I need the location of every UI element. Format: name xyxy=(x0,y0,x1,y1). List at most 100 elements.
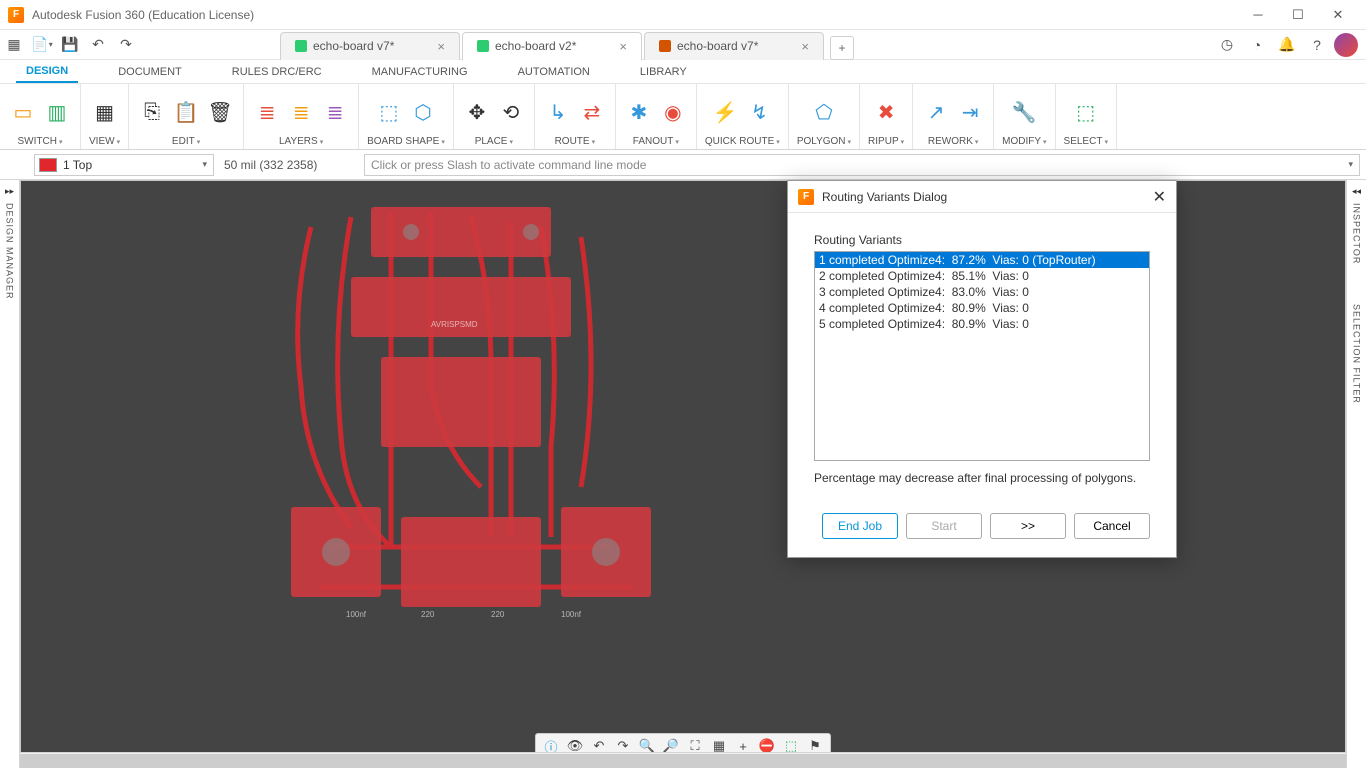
document-tab[interactable]: echo-board v7* × xyxy=(644,32,824,60)
ribbon-label: SWITCH xyxy=(18,136,63,147)
workspace-tabs: DESIGN DOCUMENT RULES DRC/ERC MANUFACTUR… xyxy=(0,60,1366,84)
workspace-tab-library[interactable]: LIBRARY xyxy=(630,62,697,82)
save-icon[interactable]: 💾 xyxy=(56,31,84,59)
help-icon[interactable]: ? xyxy=(1304,32,1330,58)
select-icon[interactable]: ⬚ xyxy=(1071,97,1101,127)
copy-icon[interactable]: ⎘ xyxy=(137,97,167,127)
close-button[interactable]: ✕ xyxy=(1318,0,1358,30)
layer-selector[interactable]: 1 Top xyxy=(34,154,214,176)
user-avatar[interactable] xyxy=(1334,33,1358,57)
board-icon[interactable]: ▥ xyxy=(42,97,72,127)
undo-icon[interactable]: ↶ xyxy=(84,31,112,59)
tab-close-icon[interactable]: × xyxy=(801,39,809,54)
layers-icon[interactable]: ≣ xyxy=(286,97,316,127)
variant-row[interactable]: 4 completed Optimize4: 80.9% Vias: 0 xyxy=(815,300,1149,316)
horizontal-scrollbar[interactable] xyxy=(20,752,1346,768)
left-panel-collapsed[interactable]: ▸▸ DESIGN MANAGER xyxy=(0,180,20,768)
ribbon-group-fanout[interactable]: ✱◉ FANOUT xyxy=(616,84,697,149)
routing-variants-dialog: F Routing Variants Dialog ✕ Routing Vari… xyxy=(787,180,1177,558)
layers-icon[interactable]: ≣ xyxy=(252,97,282,127)
polygon-icon[interactable]: ⬠ xyxy=(809,97,839,127)
ribbon-group-ripup[interactable]: ✖ RIPUP xyxy=(860,84,913,149)
document-tab[interactable]: echo-board v2* × xyxy=(462,32,642,60)
via-icon[interactable]: ◉ xyxy=(658,97,688,127)
pcb-icon xyxy=(659,40,671,52)
ribbon-group-route[interactable]: ↳⇄ ROUTE xyxy=(535,84,616,149)
variants-listbox[interactable]: 1 completed Optimize4: 87.2% Vias: 0 (To… xyxy=(814,251,1150,461)
ribbon-group-quick-route[interactable]: ⚡↯ QUICK ROUTE xyxy=(697,84,789,149)
ripup-icon[interactable]: ✖ xyxy=(871,97,901,127)
ribbon-group-modify[interactable]: 🔧 MODIFY xyxy=(994,84,1055,149)
ribbon-group-edit[interactable]: ⎘📋🗑 EDIT xyxy=(129,84,244,149)
ribbon-label: POLYGON xyxy=(797,136,851,147)
notifications-icon[interactable]: 🔔 xyxy=(1274,32,1300,58)
title-bar: F Autodesk Fusion 360 (Education License… xyxy=(0,0,1366,30)
ribbon-group-view[interactable]: ▦ VIEW xyxy=(81,84,129,149)
diffpair-icon[interactable]: ⇄ xyxy=(577,97,607,127)
variant-row[interactable]: 5 completed Optimize4: 80.9% Vias: 0 xyxy=(815,316,1149,332)
dialog-title: Routing Variants Dialog xyxy=(822,190,947,204)
minimize-button[interactable]: ─ xyxy=(1238,0,1278,30)
grid-icon[interactable]: ▦ xyxy=(90,97,120,127)
ribbon-label: PLACE xyxy=(475,136,513,147)
dialog-note: Percentage may decrease after final proc… xyxy=(814,471,1150,485)
job-status-icon[interactable]: ◔ xyxy=(1244,32,1270,58)
redo-icon[interactable]: ↷ xyxy=(112,31,140,59)
paste-icon[interactable]: 📋 xyxy=(171,97,201,127)
ribbon-label: FANOUT xyxy=(633,136,679,147)
ribbon-group-select[interactable]: ⬚ SELECT xyxy=(1056,84,1117,149)
variant-row[interactable]: 1 completed Optimize4: 87.2% Vias: 0 (To… xyxy=(815,252,1149,268)
workspace-tab-manufacturing[interactable]: MANUFACTURING xyxy=(362,62,478,82)
rotate-icon[interactable]: ⟲ xyxy=(496,97,526,127)
tab-close-icon[interactable]: × xyxy=(437,39,445,54)
push-icon[interactable]: ⇥ xyxy=(955,97,985,127)
start-button[interactable]: Start xyxy=(906,513,982,539)
delete-icon[interactable]: 🗑 xyxy=(205,97,235,127)
variant-row[interactable]: 2 completed Optimize4: 85.1% Vias: 0 xyxy=(815,268,1149,284)
scrollbar-thumb[interactable] xyxy=(20,754,1346,768)
move-icon[interactable]: ✥ xyxy=(462,97,492,127)
app-title: Autodesk Fusion 360 (Education License) xyxy=(32,8,1238,22)
workspace-tab-automation[interactable]: AUTOMATION xyxy=(508,62,600,82)
tab-label: echo-board v2* xyxy=(495,39,576,53)
pcb-layout: AVRISPSMD 100nf100nf 220220 xyxy=(231,187,731,637)
status-bar: 1 Top 50 mil (332 2358) Click or press S… xyxy=(0,150,1366,180)
layers-icon[interactable]: ≣ xyxy=(320,97,350,127)
cancel-button[interactable]: Cancel xyxy=(1074,513,1150,539)
quickroute-icon[interactable]: ↯ xyxy=(744,97,774,127)
command-line-input[interactable]: Click or press Slash to activate command… xyxy=(364,154,1360,176)
ribbon-group-place[interactable]: ✥⟲ PLACE xyxy=(454,84,535,149)
ribbon-group-board-shape[interactable]: ⬚⬡ BOARD SHAPE xyxy=(359,84,454,149)
workspace-tab-document[interactable]: DOCUMENT xyxy=(108,62,192,82)
autoroute-icon[interactable]: ⚡ xyxy=(710,97,740,127)
apps-icon[interactable]: ▦ xyxy=(0,31,28,59)
new-tab-button[interactable]: + xyxy=(830,36,854,60)
dialog-titlebar[interactable]: F Routing Variants Dialog ✕ xyxy=(788,181,1176,213)
maximize-button[interactable]: ☐ xyxy=(1278,0,1318,30)
tab-close-icon[interactable]: × xyxy=(619,39,627,54)
ribbon-group-layers[interactable]: ≣≣≣ LAYERS xyxy=(244,84,359,149)
slide-icon[interactable]: ↗ xyxy=(921,97,951,127)
ribbon-group-switch[interactable]: ▭▥ SWITCH xyxy=(0,84,81,149)
expand-icon[interactable]: ◂◂ xyxy=(1352,186,1361,197)
schematic-icon[interactable]: ▭ xyxy=(8,97,38,127)
dialog-close-icon[interactable]: ✕ xyxy=(1153,187,1166,207)
derive-icon[interactable]: ⬡ xyxy=(408,97,438,127)
ribbon-group-polygon[interactable]: ⬠ POLYGON xyxy=(789,84,860,149)
route-icon[interactable]: ↳ xyxy=(543,97,573,127)
right-panel-collapsed[interactable]: ◂◂ INSPECTOR SELECTION FILTER xyxy=(1346,180,1366,768)
next-button[interactable]: >> xyxy=(990,513,1066,539)
outline-icon[interactable]: ⬚ xyxy=(374,97,404,127)
ribbon-toolbar: ▭▥ SWITCH ▦ VIEW ⎘📋🗑 EDIT ≣≣≣ LAYERS ⬚⬡ … xyxy=(0,84,1366,150)
expand-icon[interactable]: ▸▸ xyxy=(5,186,14,197)
file-menu-icon[interactable]: 📄▾ xyxy=(28,31,56,59)
document-tab[interactable]: echo-board v7* × xyxy=(280,32,460,60)
wrench-icon[interactable]: 🔧 xyxy=(1009,97,1039,127)
workspace-tab-design[interactable]: DESIGN xyxy=(16,61,78,83)
extensions-icon[interactable]: ◷ xyxy=(1214,32,1240,58)
ribbon-group-rework[interactable]: ↗⇥ REWORK xyxy=(913,84,994,149)
end-job-button[interactable]: End Job xyxy=(822,513,898,539)
variant-row[interactable]: 3 completed Optimize4: 83.0% Vias: 0 xyxy=(815,284,1149,300)
workspace-tab-rules[interactable]: RULES DRC/ERC xyxy=(222,62,332,82)
fanout-icon[interactable]: ✱ xyxy=(624,97,654,127)
